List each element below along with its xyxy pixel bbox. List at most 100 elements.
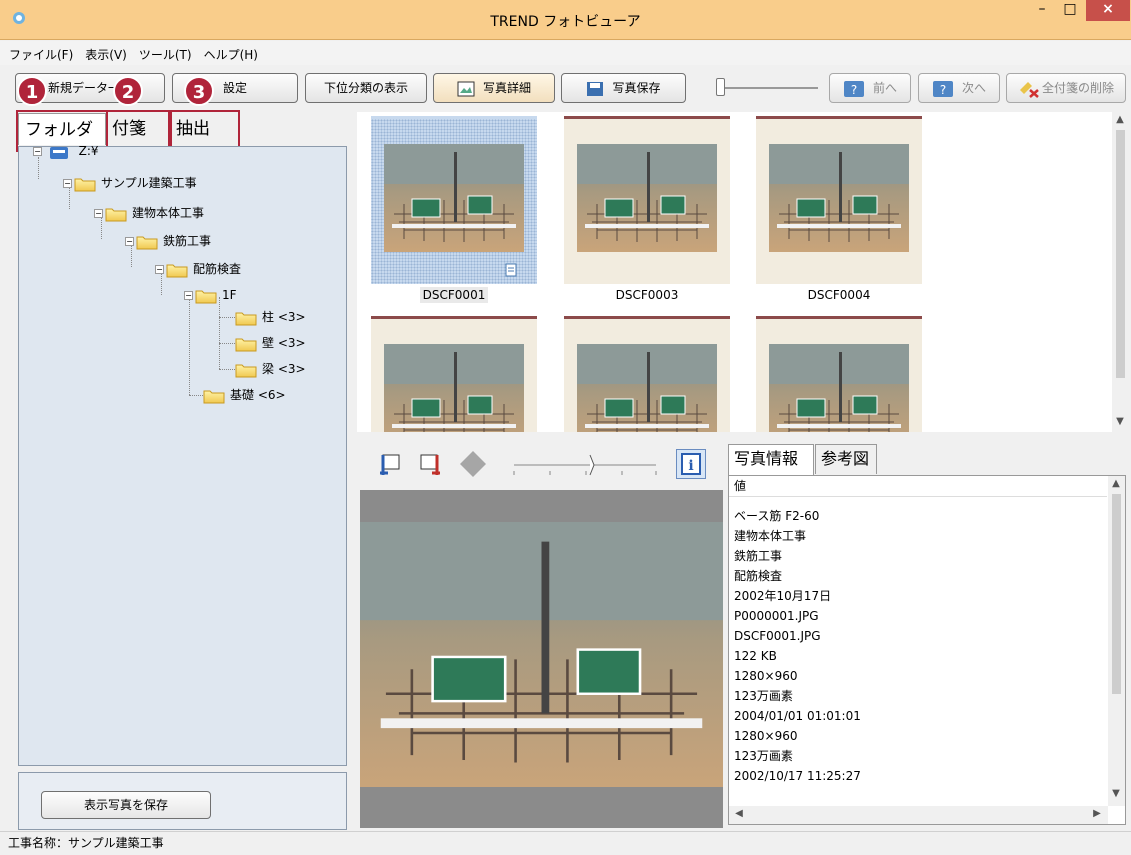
maximize-button[interactable]: □: [1056, 0, 1084, 21]
info-icon: i: [681, 453, 701, 475]
status-text: 工事名称：サンプル建築工事: [8, 836, 164, 850]
prev-button[interactable]: ? 前へ: [829, 73, 911, 103]
tree-node-inspection[interactable]: − 配筋検査: [155, 259, 241, 279]
flag-left-icon[interactable]: [378, 451, 404, 477]
folder-icon: [195, 288, 217, 304]
thumbnail-image: [769, 144, 909, 252]
tab-reference-label: 参考図: [821, 449, 870, 468]
menu-help[interactable]: ヘルプ(H): [195, 41, 261, 63]
tab-photo-info[interactable]: 写真情報: [728, 444, 814, 476]
toolbar: 新規データ一覧 設定 下位分類の表示 写真詳細 写真保存 ? 前へ ? 次へ 全付箋…: [0, 66, 1131, 110]
tree-label: Z:¥: [78, 144, 99, 158]
tree-node-foundation[interactable]: 基礎 <6>: [203, 385, 286, 405]
minimize-button[interactable]: –: [1028, 0, 1056, 21]
info-value: 122 KB: [734, 649, 777, 663]
svg-text:?: ?: [940, 83, 946, 97]
info-value: ベース筋 F2-60: [734, 509, 820, 523]
folder-icon: [235, 336, 257, 352]
scroll-thumb[interactable]: [1112, 494, 1121, 694]
scroll-down-icon[interactable]: ▼: [1108, 788, 1124, 799]
photo-save-button[interactable]: 写真保存: [561, 73, 686, 103]
info-header: 値: [734, 479, 747, 493]
info-value: 配筋検査: [734, 569, 783, 583]
photo-detail-button[interactable]: 写真詳細: [433, 73, 555, 103]
tree-node-beam[interactable]: 梁 <3>: [235, 359, 306, 379]
status-bar: 工事名称：サンプル建築工事: [0, 831, 1131, 855]
scroll-down-icon[interactable]: ▼: [1112, 416, 1128, 427]
thumbnail-label: DSCF0003: [615, 288, 679, 302]
scroll-up-icon[interactable]: ▲: [1108, 478, 1124, 489]
scroll-right-icon[interactable]: ▶: [1089, 808, 1105, 819]
thumbnail-dscf0001[interactable]: [371, 116, 537, 284]
photo-viewer[interactable]: [360, 490, 723, 828]
scroll-left-icon[interactable]: ◀: [731, 808, 747, 819]
svg-text:?: ?: [851, 83, 857, 97]
next-button[interactable]: ? 次へ: [918, 73, 1000, 103]
tab-photo-info-label: 写真情報: [734, 449, 799, 468]
info-hscrollbar[interactable]: ◀ ▶: [729, 806, 1108, 824]
info-vscrollbar[interactable]: ▲ ▼: [1108, 476, 1125, 806]
tree-label: サンプル建築工事: [101, 176, 197, 190]
info-value: DSCF0001.JPG: [734, 629, 821, 643]
zoom-slider[interactable]: [510, 451, 660, 479]
settings-label: 設定: [222, 81, 247, 95]
menu-file[interactable]: ファイル(F): [0, 41, 76, 63]
tree-node-1f[interactable]: − 1F: [184, 285, 237, 305]
tree-node-building[interactable]: − 建物本体工事: [94, 203, 204, 223]
tree-label: 1F: [222, 288, 237, 302]
collapse-icon[interactable]: −: [94, 209, 103, 218]
show-subcategory-button[interactable]: 下位分類の表示: [305, 73, 427, 103]
tree-node-rebar[interactable]: − 鉄筋工事: [125, 231, 211, 251]
close-button[interactable]: ×: [1086, 0, 1130, 21]
photo-save-label: 写真保存: [612, 81, 661, 95]
prev-icon: ?: [843, 80, 864, 97]
folder-icon: [235, 362, 257, 378]
menu-bar: ファイル(F) 表示(V) ツール(T) ヘルプ(H): [0, 41, 1131, 65]
scroll-up-icon[interactable]: ▲: [1112, 114, 1128, 125]
next-label: 次へ: [961, 81, 986, 95]
save-displayed-photos-button[interactable]: 表示写真を保存: [41, 791, 211, 819]
tree-label: 壁 <3>: [262, 336, 306, 350]
tab-reference-drawing[interactable]: 参考図: [815, 444, 877, 474]
collapse-icon[interactable]: −: [125, 237, 134, 246]
folder-tree: − Z:¥ − サンプル建築工事 − 建物本体工事 − 鉄筋工事 − 配筋検査 −1F …: [18, 144, 347, 766]
photo-detail-label: 写真詳細: [482, 81, 531, 95]
photo-detail-icon: [457, 81, 475, 96]
zoom-slider-track[interactable]: [718, 87, 818, 89]
diamond-icon[interactable]: [458, 449, 488, 479]
menu-tools[interactable]: ツール(T): [130, 41, 195, 63]
collapse-icon[interactable]: −: [184, 291, 193, 300]
collapse-icon[interactable]: −: [63, 179, 72, 188]
info-value: 1280×960: [734, 729, 798, 743]
collapse-icon[interactable]: −: [155, 265, 164, 274]
flag-right-icon[interactable]: [416, 451, 442, 477]
scroll-thumb[interactable]: [1116, 130, 1125, 378]
thumbnail-label: DSCF0004: [807, 288, 871, 302]
zoom-slider-thumb[interactable]: [716, 78, 725, 96]
main-photo: [360, 522, 723, 787]
info-value: 1280×960: [734, 669, 798, 683]
thumbnail-row2-3[interactable]: [756, 316, 922, 432]
folder-icon: [203, 388, 225, 404]
tree-label: 梁 <3>: [262, 362, 306, 376]
show-subcategory-label: 下位分類の表示: [323, 81, 408, 95]
callout-marker-1: 1: [17, 76, 47, 106]
info-toggle-button[interactable]: i: [676, 449, 706, 479]
thumbnail-row2-1[interactable]: [371, 316, 537, 432]
tree-node-root[interactable]: − Z:¥: [33, 141, 99, 161]
menu-view[interactable]: 表示(V): [76, 41, 130, 63]
splitter[interactable]: [352, 110, 356, 830]
tree-node-column[interactable]: 柱 <3>: [235, 307, 306, 327]
title-bar: TREND フォトビューア – □ ×: [0, 0, 1131, 40]
tree-label: 基礎 <6>: [230, 388, 286, 402]
thumbnail-scrollbar[interactable]: ▲ ▼: [1112, 112, 1129, 432]
photo-save-icon: [587, 81, 604, 96]
tree-node-project[interactable]: − サンプル建築工事: [63, 173, 197, 193]
thumbnail-row2-2[interactable]: [564, 316, 730, 432]
delete-all-tags-button[interactable]: 全付箋の削除: [1006, 73, 1126, 103]
callout-marker-3: 3: [184, 76, 214, 106]
tree-node-wall[interactable]: 壁 <3>: [235, 333, 306, 353]
collapse-icon[interactable]: −: [33, 147, 42, 156]
thumbnail-dscf0004[interactable]: [756, 116, 922, 284]
thumbnail-dscf0003[interactable]: [564, 116, 730, 284]
